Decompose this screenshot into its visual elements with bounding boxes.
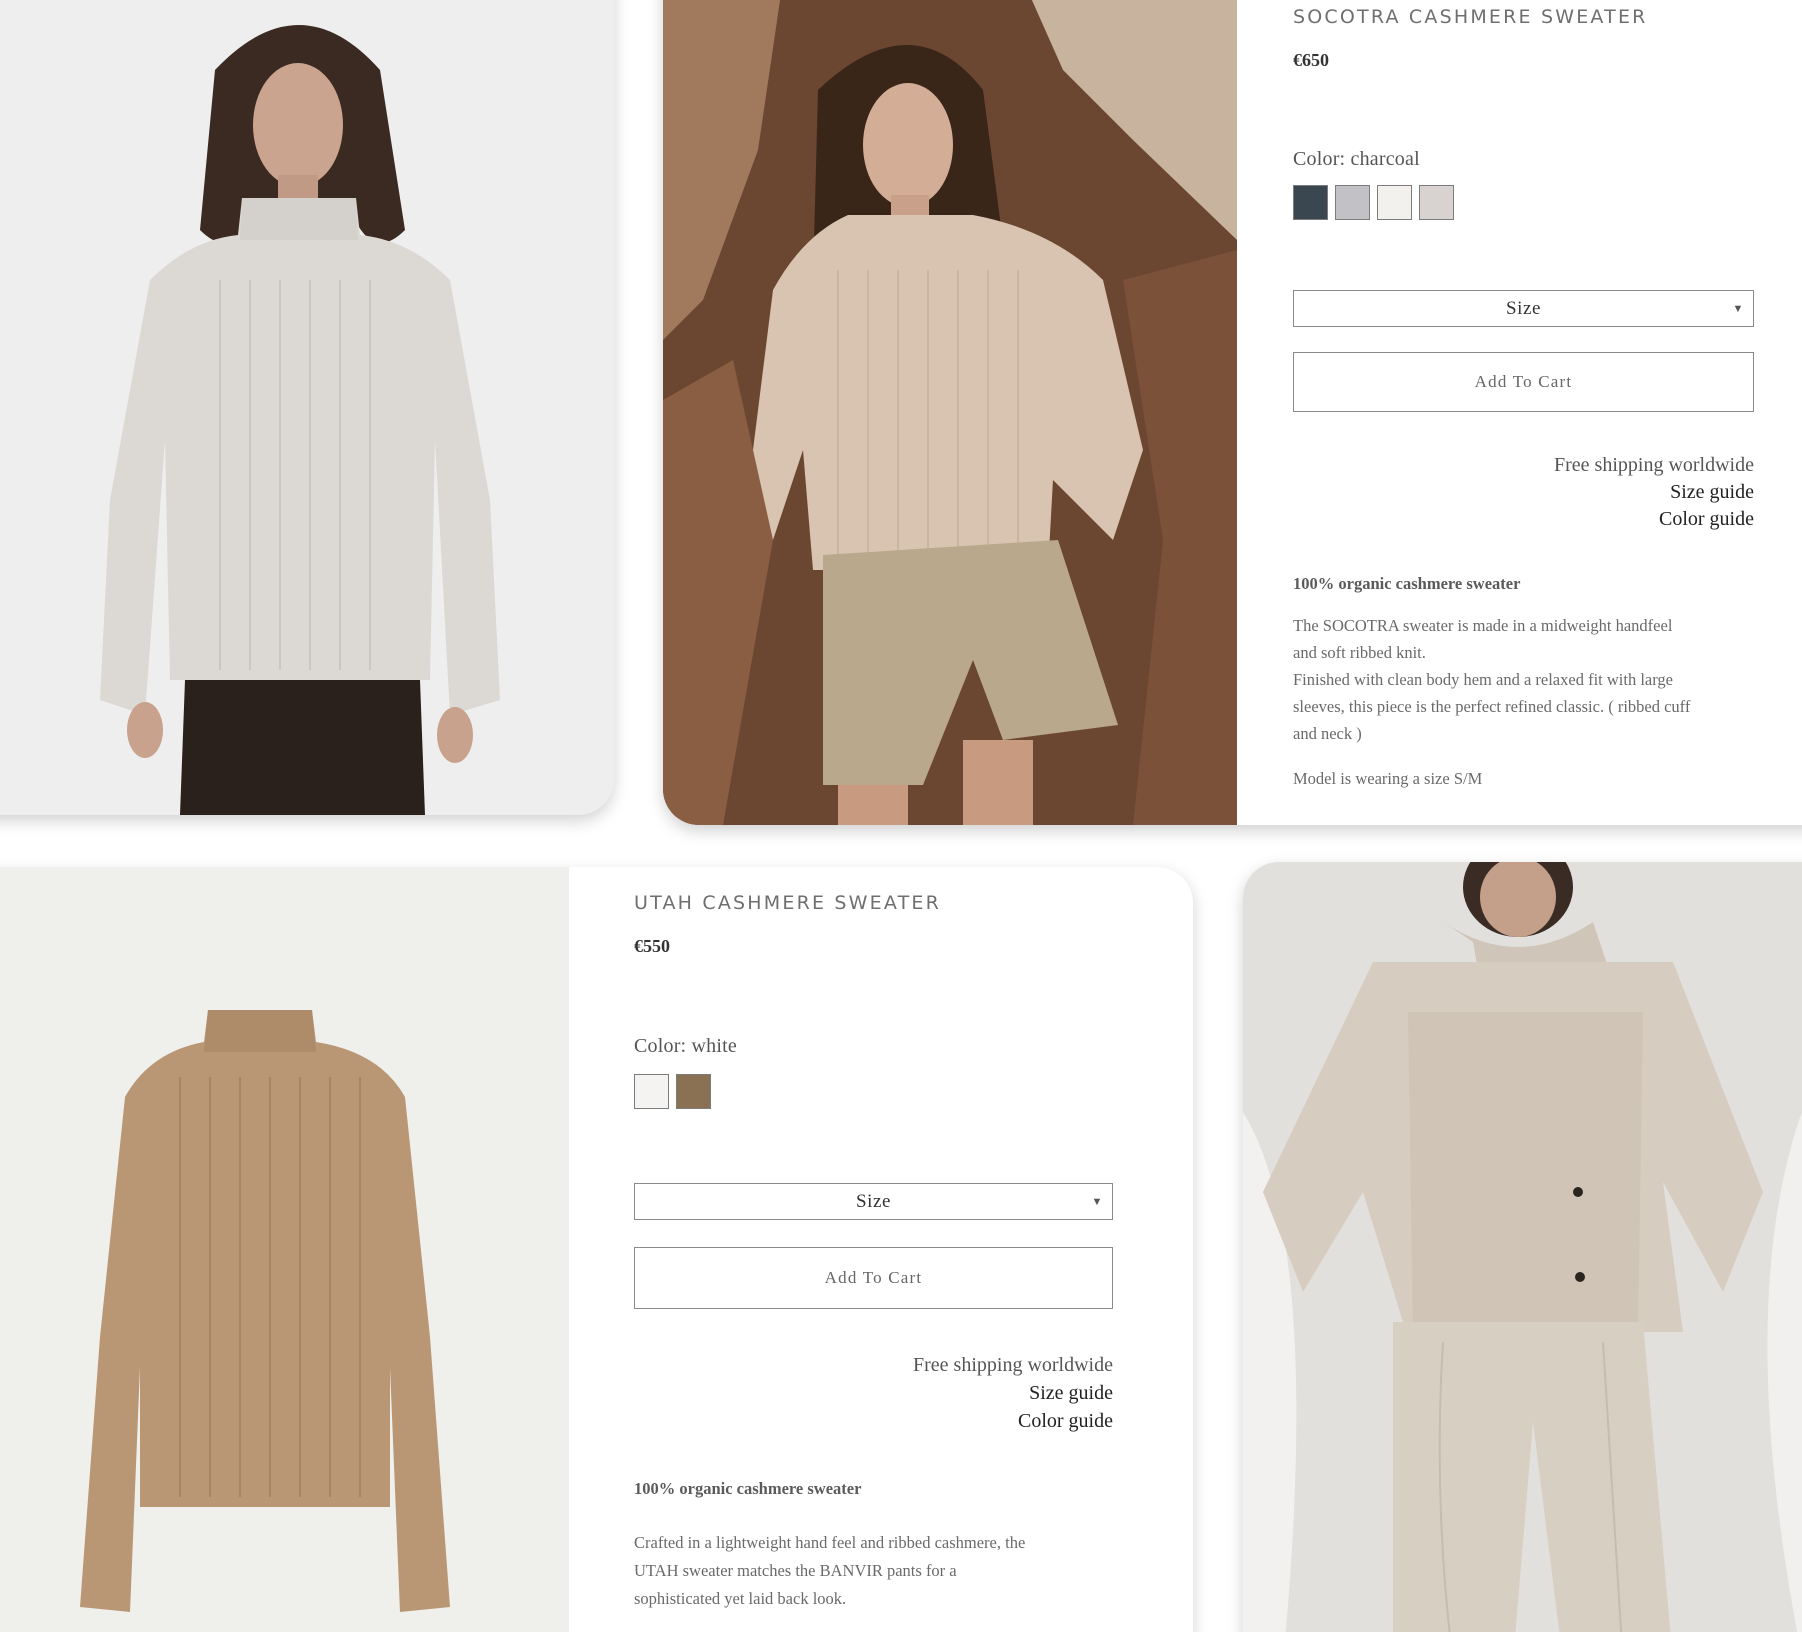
color-swatches [1293,185,1454,220]
shipping-note: Free shipping worldwide [913,1354,1113,1376]
color-label: Color: charcoal [1293,148,1420,170]
color-guide-link[interactable]: Color guide [634,1407,1113,1435]
photo-card-studio [0,0,614,815]
color-swatch[interactable] [1419,185,1454,220]
description-line: and neck ) [1293,724,1362,743]
description-line: sophisticated yet laid back look. [634,1589,847,1608]
description-heading: 100% organic cashmere sweater [634,1479,862,1498]
model-white-turtleneck-photo[interactable] [0,0,614,815]
chevron-down-icon: ▼ [1091,1195,1103,1208]
description-line: UTAH sweater matches the BANVIR pants fo… [634,1561,957,1580]
description-line: The SOCOTRA sweater is made in a midweig… [1293,616,1673,635]
color-swatch[interactable] [1335,185,1370,220]
product-description: The SOCOTRA sweater is made in a midweig… [1293,612,1802,747]
model-rock-beige-sweater-photo[interactable] [663,0,1237,825]
product-card-utah: UTAH CASHMERE SWEATER €550 Color: white … [0,867,1193,1632]
product-title: SOCOTRA CASHMERE SWEATER [1293,6,1648,28]
description-line: Crafted in a lightweight hand feel and r… [634,1533,1026,1552]
socotra-info-panel: SOCOTRA CASHMERE SWEATER €650 Color: cha… [1237,0,1802,825]
size-select[interactable]: Size ▼ [634,1183,1113,1220]
photo-card-bed [1243,862,1802,1632]
model-knit-set-bed-photo[interactable] [1243,862,1802,1632]
product-price: €550 [634,936,670,956]
shipping-note: Free shipping worldwide [1554,454,1754,476]
size-select[interactable]: Size ▼ [1293,290,1754,327]
product-description: Crafted in a lightweight hand feel and r… [634,1529,1154,1613]
color-swatch[interactable] [1377,185,1412,220]
add-to-cart-button[interactable]: Add To Cart [634,1247,1113,1309]
product-links: Free shipping worldwide Size guide Color… [1293,452,1754,533]
color-guide-link[interactable]: Color guide [1293,506,1754,533]
description-line: and soft ribbed knit. [1293,643,1426,662]
product-price: €650 [1293,50,1329,70]
color-swatch[interactable] [676,1074,711,1109]
utah-info-panel: UTAH CASHMERE SWEATER €550 Color: white … [569,867,1193,1632]
size-guide-link[interactable]: Size guide [634,1379,1113,1407]
description-heading: 100% organic cashmere sweater [1293,574,1521,593]
description-line: sleeves, this piece is the perfect refin… [1293,697,1691,716]
color-swatch[interactable] [634,1074,669,1109]
product-card-socotra: SOCOTRA CASHMERE SWEATER €650 Color: cha… [663,0,1802,825]
color-swatches [634,1074,711,1109]
model-size-note: Model is wearing a size S/M [1293,769,1483,788]
size-select-label: Size [855,1190,892,1212]
add-to-cart-button[interactable]: Add To Cart [1293,352,1754,412]
chevron-down-icon: ▼ [1732,302,1744,315]
camel-sweater-product-photo[interactable] [0,867,569,1632]
description-line: Finished with clean body hem and a relax… [1293,670,1674,689]
product-title: UTAH CASHMERE SWEATER [634,892,942,914]
product-links: Free shipping worldwide Size guide Color… [634,1351,1113,1435]
color-swatch[interactable] [1293,185,1328,220]
size-guide-link[interactable]: Size guide [1293,479,1754,506]
size-select-label: Size [1505,297,1542,319]
color-label: Color: white [634,1035,737,1057]
